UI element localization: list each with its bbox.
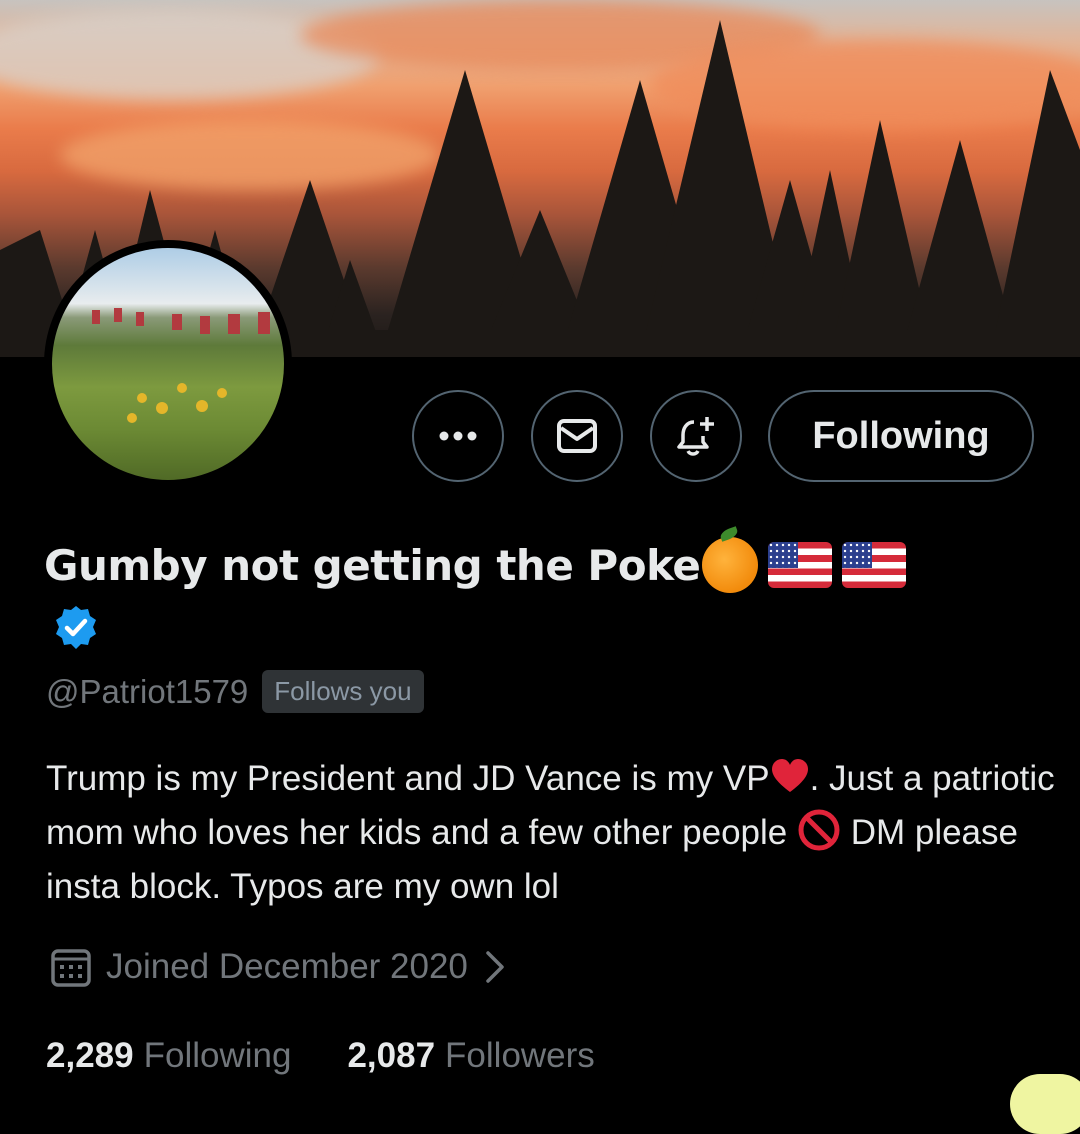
us-flag-emoji — [842, 542, 907, 588]
profile-avatar[interactable] — [44, 240, 292, 488]
red-heart-emoji — [771, 759, 808, 792]
profile-bio: Trump is my President and JD Vance is my… — [46, 752, 1056, 914]
avatar-flags-field — [92, 308, 270, 423]
display-name-row: Gumby not getting the Poke — [44, 532, 907, 598]
mail-icon — [557, 419, 597, 453]
calendar-icon — [51, 949, 91, 987]
follows-you-badge: Follows you — [262, 670, 424, 713]
prohibited-emoji — [798, 809, 840, 851]
username-handle: @Patriot1579 — [46, 672, 249, 710]
handle-row: @Patriot1579 Follows you — [46, 670, 424, 713]
verified-badge-icon[interactable] — [52, 604, 100, 652]
notify-button[interactable] — [650, 390, 742, 482]
message-button[interactable] — [531, 390, 623, 482]
bio-text: Trump is my President and JD Vance is my… — [46, 759, 770, 798]
more-horizontal-icon — [439, 431, 477, 441]
more-options-button[interactable] — [412, 390, 504, 482]
following-button[interactable]: Following — [768, 390, 1034, 482]
floating-action-button[interactable] — [1010, 1074, 1080, 1134]
followers-count: 2,087 — [347, 1036, 436, 1075]
us-flag-emoji — [768, 542, 833, 588]
joined-date: Joined December 2020 — [106, 947, 468, 986]
following-stat[interactable]: 2,289 Following — [46, 1036, 291, 1076]
following-count: 2,289 — [46, 1036, 134, 1075]
bell-plus-icon — [677, 417, 714, 456]
orange-emoji — [702, 537, 759, 593]
followers-stat[interactable]: 2,087 Followers — [347, 1036, 594, 1076]
following-label: Following — [143, 1036, 292, 1075]
follow-stats: 2,289 Following 2,087 Followers — [46, 1036, 595, 1076]
chevron-right-icon — [486, 951, 504, 983]
display-name: Gumby not getting the Poke — [44, 540, 701, 590]
followers-label: Followers — [445, 1036, 595, 1075]
joined-date-row[interactable]: Joined December 2020 — [50, 946, 508, 988]
